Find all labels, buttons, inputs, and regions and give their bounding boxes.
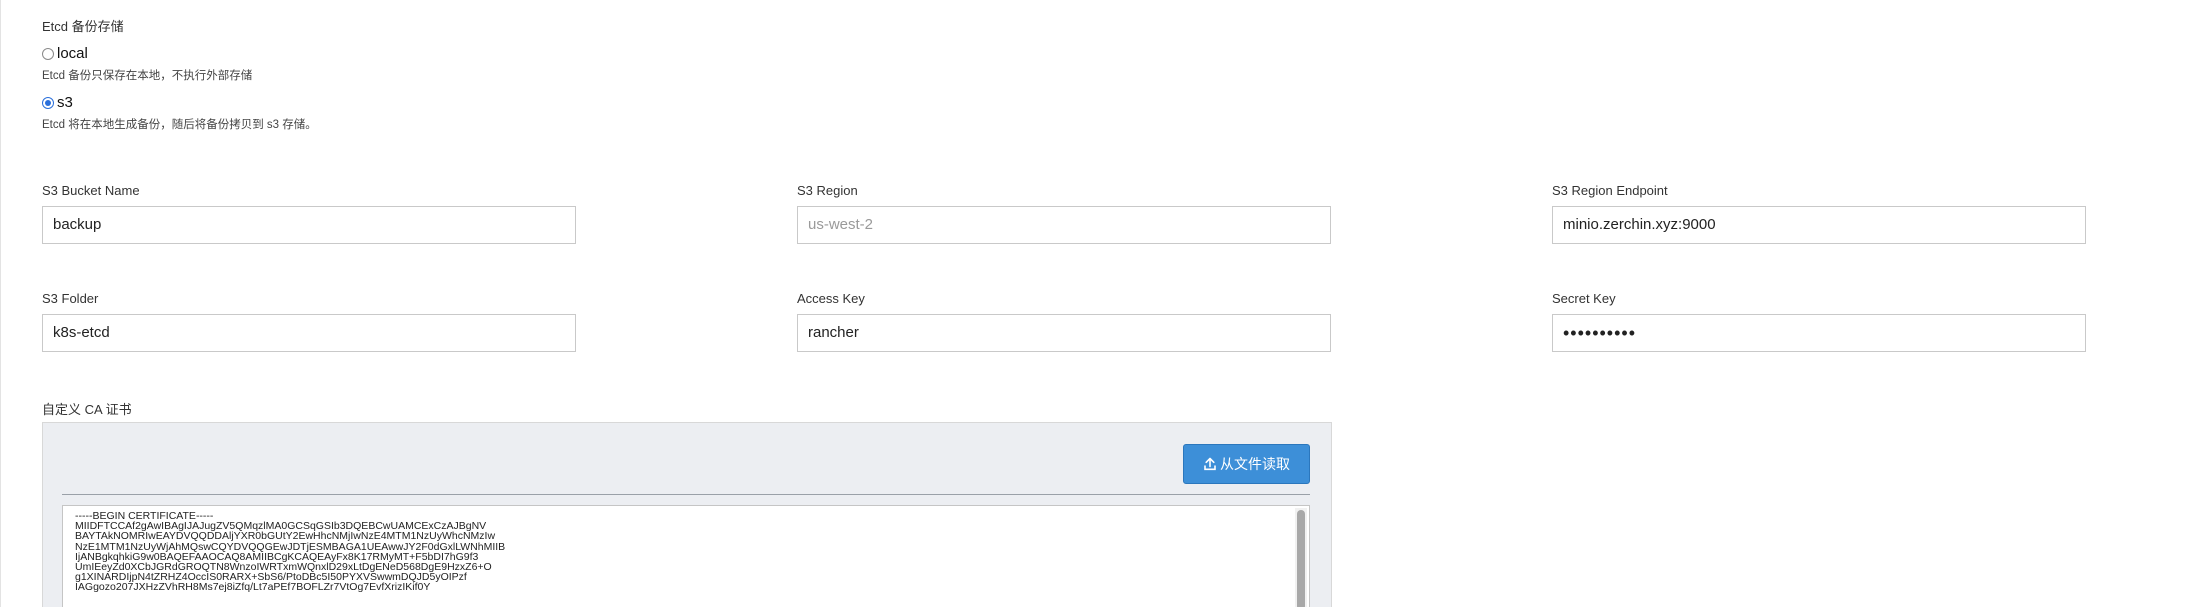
s3-region-label: S3 Region [797, 183, 858, 198]
s3-region-endpoint-label: S3 Region Endpoint [1552, 183, 1668, 198]
upload-icon [1203, 457, 1217, 471]
left-divider [0, 0, 1, 607]
radio-local-label: local [57, 45, 88, 62]
s3-folder-input[interactable]: k8s-etcd [42, 314, 576, 352]
etcd-backup-section-title: Etcd 备份存储 [42, 19, 124, 34]
secret-key-label: Secret Key [1552, 291, 1616, 306]
s3-help-text: Etcd 将在本地生成备份，随后将备份拷贝到 s3 存储。 [42, 119, 317, 131]
read-from-file-label: 从文件读取 [1220, 456, 1290, 472]
radio-s3-label: s3 [57, 94, 73, 111]
custom-ca-label: 自定义 CA 证书 [42, 402, 132, 417]
s3-bucket-name-label: S3 Bucket Name [42, 183, 140, 198]
access-key-label: Access Key [797, 291, 865, 306]
radio-local[interactable] [42, 47, 54, 60]
etcd-backup-settings-page: Etcd 备份存储 local Etcd 备份只保存在本地，不执行外部存储 s3… [0, 0, 2196, 607]
local-help-text: Etcd 备份只保存在本地，不执行外部存储 [42, 70, 253, 82]
read-from-file-button[interactable]: 从文件读取 [1183, 444, 1310, 484]
s3-region-input[interactable]: us-west-2 [797, 206, 1331, 244]
ca-panel-divider [62, 494, 1310, 495]
access-key-input[interactable]: rancher [797, 314, 1331, 352]
s3-bucket-name-input[interactable]: backup [42, 206, 576, 244]
s3-folder-label: S3 Folder [42, 291, 99, 306]
s3-region-endpoint-input[interactable]: minio.zerchin.xyz:9000 [1552, 206, 2086, 244]
ca-certificate-line: IAGgozo207JXHzZVhRH8Ms7ej8iZfq/Lt7aPEf7B… [75, 581, 431, 594]
textarea-scrollbar-thumb[interactable] [1297, 510, 1305, 607]
secret-key-input[interactable]: •••••••••• [1552, 314, 2086, 352]
ca-certificate-text: -----BEGIN CERTIFICATE----- MIIDFTCCAf2gA… [75, 511, 505, 593]
backup-option-local[interactable]: local [42, 45, 88, 62]
ca-certificate-textarea[interactable]: -----BEGIN CERTIFICATE----- MIIDFTCCAf2gA… [62, 505, 1310, 607]
backup-option-s3[interactable]: s3 [42, 94, 73, 111]
radio-s3[interactable] [42, 96, 54, 109]
